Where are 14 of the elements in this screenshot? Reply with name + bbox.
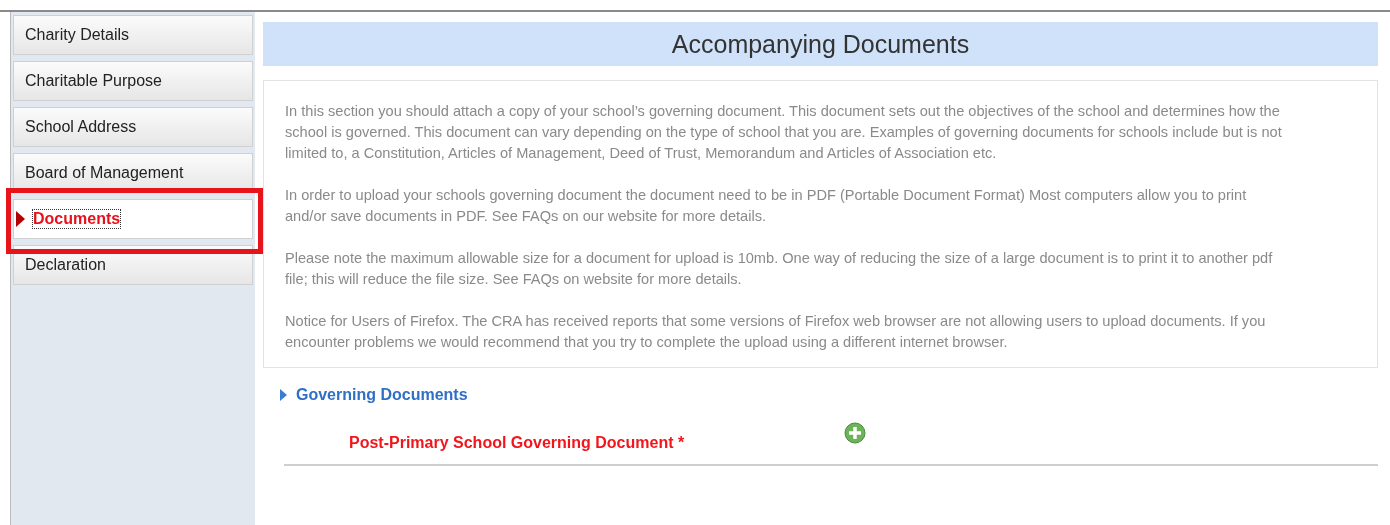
add-icon[interactable] xyxy=(844,422,867,444)
sidebar-item[interactable]: Charity Details xyxy=(13,15,253,55)
field-label: Post-Primary School Governing Document * xyxy=(349,434,685,452)
triangle-icon xyxy=(280,389,287,401)
triangle-icon xyxy=(16,211,25,227)
paragraph: In this section you should attach a copy of your school’s governing document. This document sets out the objectives of the school and determines how the school is governed. This document can vary depending on the type of school that you are. Examples of governing documents for schools include but is not limited to, a Constitution, Articles of Management, Deed of Trust, Memorandum and Articles of Association etc. xyxy=(285,102,1283,163)
paragraph: Notice for Users of Firefox. The CRA has received reports that some versions of Firefox web browser are not allowing users to upload documents. If you encounter problems we would recommend that you try to complete the upload using a different internet browser. xyxy=(285,312,1267,352)
sidebar-item[interactable]: Documents xyxy=(13,199,253,239)
paragraph: Please note the maximum allowable size for a document for upload is 10mb. One way of reducing the size of a large document is to print it to another pdf file; this will reduce the file size. See FAQs on website for more details. xyxy=(285,249,1274,289)
page-title: Accompanying Documents xyxy=(263,22,1378,66)
paragraph: In order to upload your schools governing document the document need to be in PDF (Portable Document Format) Most computers allow you to print and/or save documents in PDF. See FAQs on our website for more details. xyxy=(285,186,1248,226)
sidebar-item[interactable]: Charitable Purpose xyxy=(13,61,253,101)
sidebar-item[interactable]: School Address xyxy=(13,107,253,147)
section-toggle[interactable]: Governing Documents xyxy=(280,386,1378,404)
